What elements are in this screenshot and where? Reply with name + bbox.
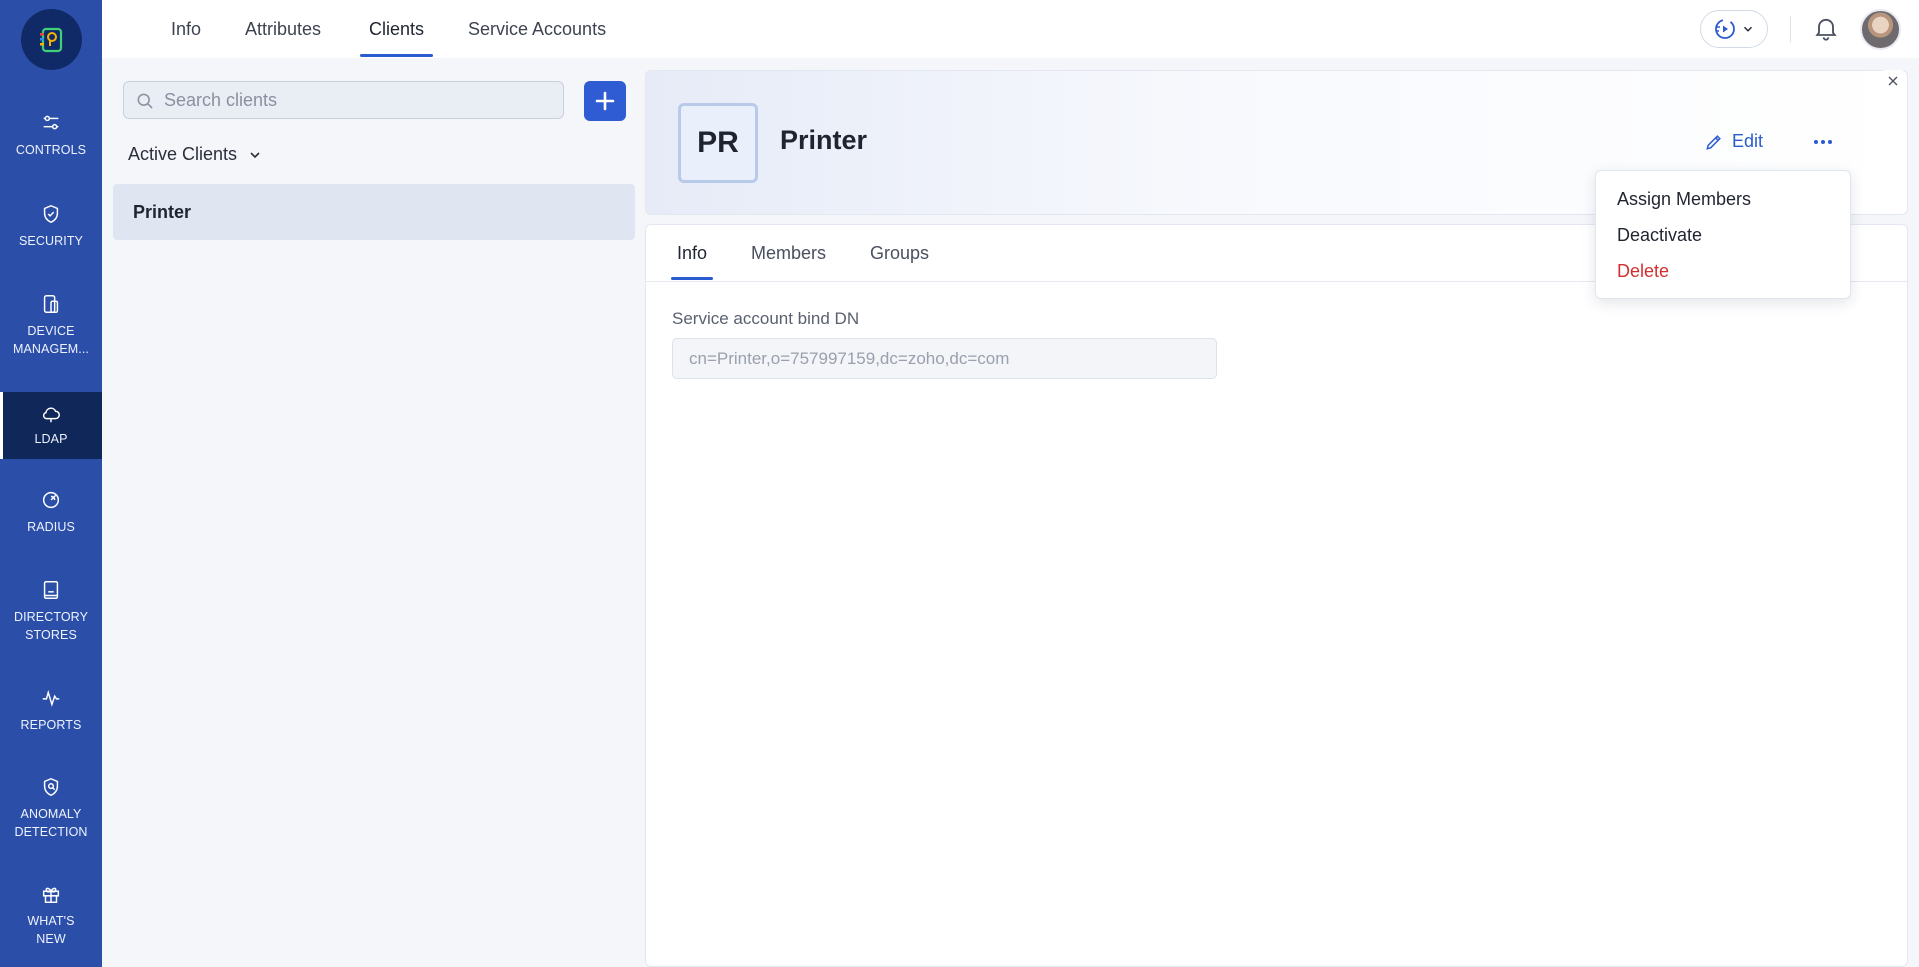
tab-info[interactable]: Info [171, 0, 201, 58]
client-initials-avatar: PR [678, 103, 758, 183]
nav-label: RADIUS [27, 520, 75, 534]
edit-button[interactable]: Edit [1704, 131, 1763, 152]
toolbar-divider [1790, 16, 1791, 42]
nav-anomaly-detection[interactable]: ANOMALY DETECTION [0, 776, 102, 846]
nav-reports[interactable]: REPORTS [0, 687, 102, 751]
tab-service-accounts[interactable]: Service Accounts [468, 0, 606, 58]
nav-label: WHAT'S NEW [27, 914, 75, 946]
sidebar: CONTROLS SECURITY DEVICE MANAGEM... LDAP… [0, 0, 102, 967]
cloud-icon [42, 407, 60, 423]
search-placeholder: Search clients [164, 89, 278, 110]
nav-label: SECURITY [18, 234, 83, 248]
pencil-icon [1706, 134, 1721, 150]
radar-icon [42, 491, 60, 509]
client-status-filter[interactable]: Active Clients [128, 144, 263, 165]
activity-icon [42, 689, 60, 707]
tab-members[interactable]: Members [751, 243, 826, 264]
tab-attributes[interactable]: Attributes [245, 0, 321, 58]
gift-icon [42, 887, 60, 903]
top-navigation: Info Attributes Clients Service Accounts [102, 0, 1919, 58]
more-options-menu: Assign Members Deactivate Delete [1595, 170, 1851, 299]
client-name: Printer [780, 125, 868, 155]
sliders-icon [43, 115, 59, 130]
deactivate-menu-item[interactable]: Deactivate [1617, 225, 1702, 246]
nav-label: ANOMALY DETECTION [14, 807, 88, 839]
nav-device-management[interactable]: DEVICE MANAGEM... [0, 293, 102, 363]
app-logo[interactable] [21, 9, 82, 70]
list-item[interactable]: Printer [113, 184, 635, 240]
close-button[interactable] [1882, 70, 1904, 92]
add-client-button[interactable] [584, 81, 626, 121]
nav-directory-stores[interactable]: DIRECTORY STORES [0, 579, 102, 649]
bind-dn-label: Service account bind DN [672, 309, 860, 328]
close-icon [1888, 76, 1898, 86]
tab-info[interactable]: Info [670, 243, 714, 280]
avatar[interactable] [1860, 9, 1901, 50]
filter-label: Active Clients [128, 144, 238, 164]
nav-label: DEVICE MANAGEM... [12, 324, 89, 356]
nav-label: DIRECTORY STORES [13, 610, 89, 642]
search-input[interactable]: Search clients [123, 81, 564, 119]
device-icon [43, 295, 59, 313]
chevron-down-icon [1744, 26, 1752, 32]
chevron-down-icon [250, 151, 260, 158]
search-icon [137, 93, 153, 109]
nav-controls[interactable]: CONTROLS [0, 112, 102, 176]
assign-members-menu-item[interactable]: Assign Members [1617, 189, 1751, 210]
nav-radius[interactable]: RADIUS [0, 489, 102, 553]
nav-ldap[interactable]: LDAP [0, 392, 102, 459]
nav-label: REPORTS [20, 718, 82, 732]
bell-icon[interactable] [1812, 14, 1840, 42]
client-details: Info Members Groups Service account bind… [645, 224, 1908, 967]
more-horizontal-icon [1814, 140, 1832, 144]
nav-label: CONTROLS [15, 143, 87, 157]
delete-menu-item[interactable]: Delete [1617, 261, 1669, 282]
play-circle-icon [1715, 19, 1735, 39]
tab-groups[interactable]: Groups [870, 243, 929, 264]
book-icon [43, 581, 59, 599]
quick-actions-dropdown[interactable] [1700, 10, 1768, 48]
nav-label: LDAP [34, 432, 68, 446]
bind-dn-field[interactable]: cn=Printer,o=757997159,dc=zoho,dc=com [672, 338, 1217, 379]
tab-clients[interactable]: Clients [359, 0, 434, 58]
edit-label: Edit [1732, 131, 1764, 151]
zoho-directory-logo-icon [39, 27, 62, 52]
shield-search-icon [43, 777, 59, 797]
plus-icon [595, 91, 615, 111]
nav-security[interactable]: SECURITY [0, 203, 102, 267]
clients-list-panel: Search clients Active Clients Printer [102, 58, 643, 967]
shield-icon [43, 204, 59, 224]
nav-whats-new[interactable]: WHAT'S NEW [0, 883, 102, 953]
more-options-button[interactable] [1808, 128, 1838, 156]
